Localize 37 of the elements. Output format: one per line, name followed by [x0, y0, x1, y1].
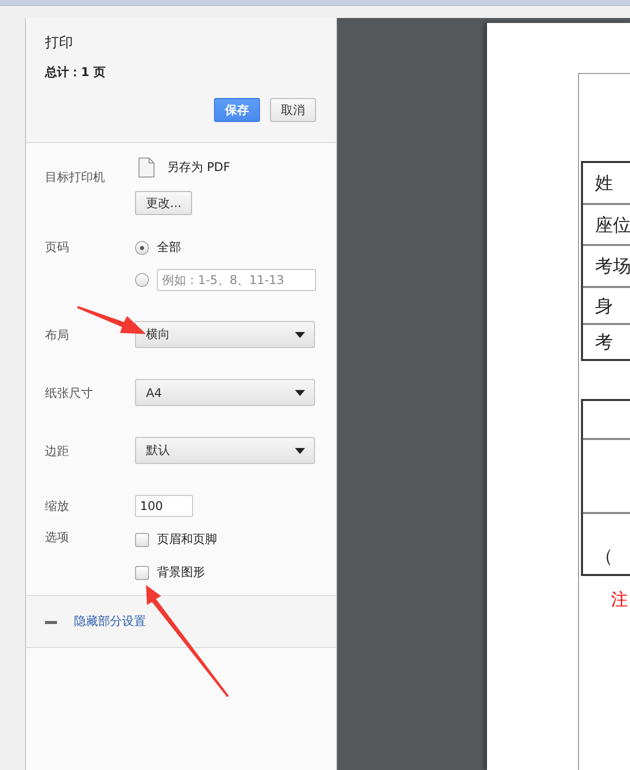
setting-label: 页码 — [45, 239, 70, 256]
document-icon — [138, 157, 155, 178]
checkbox[interactable] — [135, 566, 149, 580]
checkbox-label: 背景图形 — [157, 564, 205, 581]
setting-label: 缩放 — [45, 498, 70, 515]
checkbox[interactable] — [135, 532, 149, 546]
caret-icon — [295, 390, 305, 396]
dropdown[interactable]: 默认 — [135, 437, 315, 464]
setting-label: 布局 — [45, 327, 70, 344]
dropdown[interactable]: A4 — [135, 379, 315, 406]
caret-icon — [295, 448, 305, 454]
dropdown[interactable]: 横向 — [135, 321, 315, 348]
table-cell: 考 — [583, 323, 630, 359]
note-text: 注 — [610, 589, 629, 611]
scale-field[interactable]: 100 — [135, 495, 193, 517]
page-total: 总计：1 页 — [45, 64, 107, 81]
page-range-field[interactable]: 例如：1-5、8、11-13 — [157, 269, 316, 291]
setting-label: 纸张尺寸 — [45, 385, 94, 402]
table-cell: （ — [583, 512, 630, 574]
dialog-title: 打印 — [45, 34, 74, 52]
cancel-button[interactable]: 取消 — [270, 98, 316, 122]
caret-icon — [295, 332, 305, 338]
settings-toggle-link[interactable]: 隐藏部分设置 — [74, 613, 146, 630]
table-cell: 考场 — [583, 244, 630, 286]
radio-button[interactable] — [135, 273, 149, 287]
setting-label: 边距 — [45, 443, 70, 460]
radio-button[interactable] — [135, 240, 149, 254]
destination-name: 另存为 PDF — [167, 159, 230, 176]
table-cell-text: 姓 — [594, 172, 614, 196]
checkbox-label: 页眉和页脚 — [157, 531, 217, 548]
table-cell: 身 — [583, 286, 630, 323]
table-cell: 座位 — [583, 203, 630, 244]
arrow-drawing — [77, 306, 146, 334]
radio-label: 全部 — [157, 239, 181, 256]
setting-label: 目标打印机 — [45, 169, 106, 186]
setting-label: 选项 — [45, 529, 70, 546]
change-button[interactable]: 更改... — [135, 191, 192, 215]
